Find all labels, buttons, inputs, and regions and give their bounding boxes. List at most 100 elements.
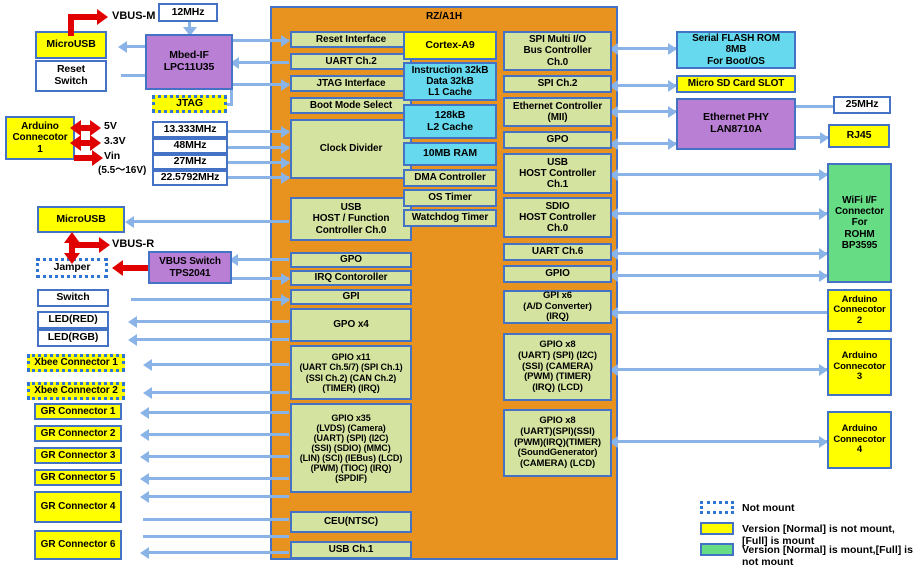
arrow-left — [118, 40, 127, 53]
gr-connector-6-label: GR Connector 6 — [40, 539, 116, 551]
xbee-connector-2-block[interactable]: Xbee Connector 2 — [27, 382, 125, 400]
soc-block-label: GPI x6 (A/D Converter) (IRQ) — [523, 290, 592, 323]
gr-connector-2-label: GR Connector 2 — [40, 427, 116, 439]
gr-connector-1-label: GR Connector 1 — [40, 405, 116, 417]
arrow-right — [281, 34, 290, 47]
arrow-left — [140, 472, 149, 485]
soc-block-label: JTAG Interface — [316, 77, 386, 89]
soc-block-jtag-interface: JTAG Interface — [290, 75, 412, 92]
microusb-mid-block[interactable]: MicroUSB — [37, 206, 125, 233]
gr-connector-5-block[interactable]: GR Connector 5 — [34, 469, 122, 486]
gr-connector-6-block[interactable]: GR Connector 6 — [34, 530, 122, 560]
conn-gr2 — [143, 433, 289, 436]
led-red-label: LED(RED) — [48, 313, 98, 326]
arrow-left — [125, 215, 134, 228]
power-arrow-right — [90, 120, 101, 136]
legend-text-green: Version [Normal] is mount,[Full] is not … — [742, 544, 913, 568]
conn-spi-sd — [612, 84, 676, 87]
wifi-label: WiFi I/F Connector For ROHM BP3595 — [834, 195, 885, 251]
mbed-if-block: Mbed-IF LPC11U35 — [145, 34, 233, 90]
soc-block-label: GPI — [342, 291, 360, 303]
conn-xbee2 — [146, 391, 289, 394]
legend-text-not-mount: Not mount — [742, 502, 795, 514]
conn-clk4 — [228, 176, 289, 179]
arduino-connector-1-label: Arduino Connecotor 1 — [12, 121, 68, 155]
gr-connector-4-label: GR Connector 4 — [40, 501, 116, 513]
serial-flash-rom-block: Serial FLASH ROM 8MB For Boot/OS — [676, 31, 796, 69]
soc-cpu-cortex-a9: Cortex-A9 — [403, 31, 497, 60]
soc-block-label: SPI Multi I/O Bus Controller Ch.0 — [523, 34, 592, 68]
soc-block-spi-multi-io: SPI Multi I/O Bus Controller Ch.0 — [503, 31, 612, 71]
micro-sd-card-slot-block[interactable]: Micro SD Card SLOT — [676, 75, 796, 93]
soc-block-label: USB HOST / Function Controller Ch.0 — [312, 202, 390, 236]
soc-cpu-label: 128kB L2 Cache — [427, 108, 473, 133]
vbus-switch-label: VBUS Switch TPS2041 — [159, 256, 221, 279]
vbus-m-label: VBUS-M — [112, 10, 156, 22]
conn-wifi-4 — [612, 274, 827, 277]
arrow-right — [281, 141, 290, 154]
soc-block-label: GPIO x8 (UART) (SPI) (I2C) (SSI) (CAMERA… — [518, 339, 597, 393]
soc-block-label: GPO — [340, 254, 362, 266]
soc-block-label: GPIO — [545, 268, 570, 280]
arduino-connector-4-label: Arduino Connecotor 4 — [833, 423, 886, 456]
led-rgb-block[interactable]: LED(RGB) — [37, 329, 109, 347]
soc-block-usb-host-ch1: USB HOST Controller Ch.1 — [503, 153, 612, 194]
soc-block-usb-host-function: USB HOST / Function Controller Ch.0 — [290, 197, 412, 241]
arrow-left — [143, 386, 152, 399]
arrow-left — [140, 546, 149, 559]
arduino-connector-1-block[interactable]: Arduino Connecotor 1 — [5, 116, 75, 160]
legend-swatch-green — [700, 543, 734, 556]
soc-block-label: SDIO HOST Controller Ch.0 — [519, 200, 596, 235]
arrow-left — [143, 358, 152, 371]
arduino-connector-3-block[interactable]: Arduino Connecotor 3 — [827, 338, 892, 396]
power-arrow-right — [99, 237, 110, 253]
arduino-connector-4-block[interactable]: Arduino Connecotor 4 — [827, 411, 892, 469]
soc-block-label: UART Ch.6 — [531, 246, 584, 258]
wifi-connector-block[interactable]: WiFi I/F Connector For ROHM BP3595 — [827, 163, 892, 283]
conn-gr5 — [143, 477, 289, 480]
power-arrow-left — [112, 260, 123, 276]
ethernet-phy-block: Ethernet PHY LAN8710A — [676, 98, 796, 150]
conn-gr1 — [143, 411, 289, 414]
arduino-connector-2-block[interactable]: Arduino Connecotor 2 — [827, 289, 892, 332]
rj45-block[interactable]: RJ45 — [828, 124, 890, 148]
soc-block-label: GPO x4 — [333, 319, 369, 331]
xbee-connector-2-label: Xbee Connector 2 — [34, 385, 118, 397]
soc-block-spi-ch2: SPI Ch.2 — [503, 75, 612, 93]
soc-block-gpio-right: GPIO — [503, 265, 612, 283]
power-arrow-right — [90, 135, 101, 151]
arrow-right — [281, 156, 290, 169]
switch-block[interactable]: Switch — [37, 289, 109, 307]
gr-connector-1-block[interactable]: GR Connector 1 — [34, 403, 122, 420]
jtag-block[interactable]: JTAG — [152, 95, 227, 113]
ethernet-phy-label: Ethernet PHY LAN8710A — [703, 111, 769, 135]
clock-13333-label: 13.333MHz — [163, 122, 217, 135]
reset-switch-block[interactable]: Reset Switch — [35, 60, 107, 92]
soc-block-gpio-x8-a: GPIO x8 (UART) (SPI) (I2C) (SSI) (CAMERA… — [503, 333, 612, 401]
arrow-left — [140, 406, 149, 419]
led-red-block[interactable]: LED(RED) — [37, 311, 109, 329]
conn-ledred — [131, 320, 289, 323]
clock-25mhz-label: 25MHz — [845, 98, 879, 111]
conn-eth-phy-1 — [612, 110, 676, 113]
xbee-connector-1-block[interactable]: Xbee Connector 1 — [27, 354, 125, 372]
label-vin-range: (5.5～16V) — [98, 165, 147, 176]
conn-gr3 — [143, 455, 289, 458]
soc-block-label: USB Ch.1 — [328, 544, 374, 556]
gr-connector-4-block[interactable]: GR Connector 4 — [34, 491, 122, 523]
gr-connector-3-block[interactable]: GR Connector 3 — [34, 447, 122, 464]
conn-wifi-1 — [612, 173, 827, 176]
clock-13333-block: 13.333MHz — [152, 121, 228, 138]
soc-block-label: SPI Ch.2 — [537, 78, 578, 90]
vbus-switch-block: VBUS Switch TPS2041 — [148, 251, 232, 284]
conn-usb-microusb — [128, 220, 289, 223]
soc-block-gpo-x4: GPO x4 — [290, 308, 412, 342]
gr-connector-2-block[interactable]: GR Connector 2 — [34, 425, 122, 442]
soc-cpu-10mb-ram: 10MB RAM — [403, 142, 497, 166]
conn-spi-flash — [612, 47, 676, 50]
legend-swatch-not-mount — [700, 501, 734, 514]
jtag-label: JTAG — [176, 97, 203, 110]
power-arrow-down — [64, 253, 80, 264]
conn-arduino2 — [612, 311, 827, 314]
vbus-r-label: VBUS-R — [112, 238, 155, 250]
